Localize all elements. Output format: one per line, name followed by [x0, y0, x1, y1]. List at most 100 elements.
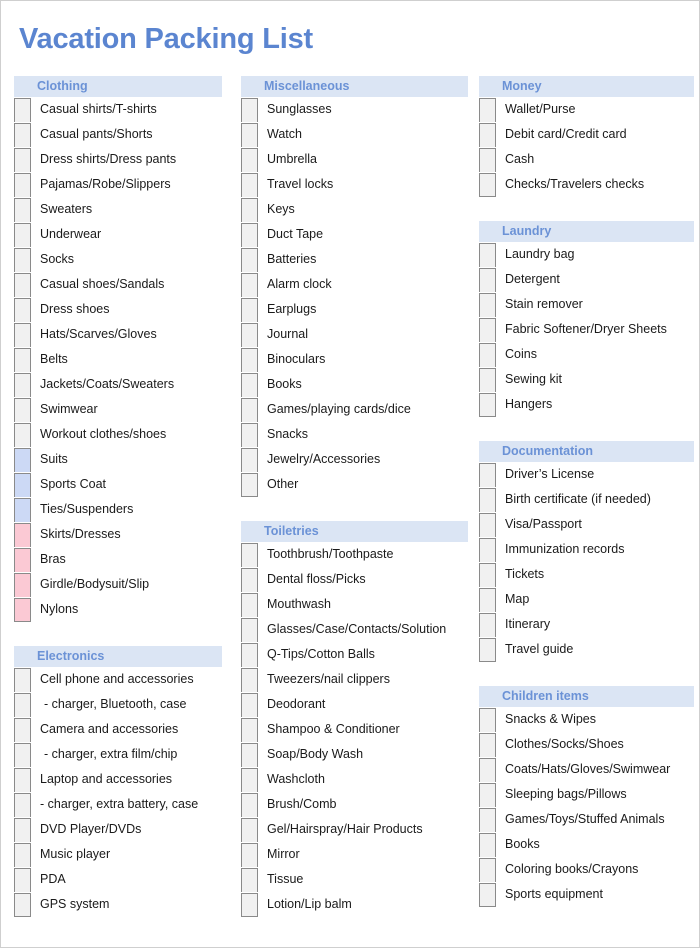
checkbox-brush-comb[interactable]: [241, 792, 258, 817]
checkbox-girdle-bodysuit-slip[interactable]: [14, 572, 31, 597]
checkbox-charger-extra-film-chip[interactable]: [14, 742, 31, 767]
checkbox-hangers[interactable]: [479, 392, 496, 417]
list-item[interactable]: Nylons: [14, 597, 241, 622]
checkbox-underwear[interactable]: [14, 222, 31, 247]
list-item[interactable]: DVD Player/DVDs: [14, 817, 241, 842]
list-item[interactable]: Checks/Travelers checks: [479, 172, 697, 197]
list-item[interactable]: Snacks & Wipes: [479, 707, 697, 732]
checkbox-watch[interactable]: [241, 122, 258, 147]
list-item[interactable]: Jackets/Coats/Sweaters: [14, 372, 241, 397]
checkbox-camera-and-accessories[interactable]: [14, 717, 31, 742]
checkbox-sweaters[interactable]: [14, 197, 31, 222]
list-item[interactable]: Shampoo & Conditioner: [241, 717, 479, 742]
list-item[interactable]: Dress shoes: [14, 297, 241, 322]
checkbox-tissue[interactable]: [241, 867, 258, 892]
list-item[interactable]: Casual shirts/T-shirts: [14, 97, 241, 122]
checkbox-cell-phone-and-accessories[interactable]: [14, 667, 31, 692]
list-item[interactable]: Alarm clock: [241, 272, 479, 297]
checkbox-cash[interactable]: [479, 147, 496, 172]
checkbox-laptop-and-accessories[interactable]: [14, 767, 31, 792]
checkbox-other[interactable]: [241, 472, 258, 497]
list-item[interactable]: Travel guide: [479, 637, 697, 662]
list-item[interactable]: Games/playing cards/dice: [241, 397, 479, 422]
checkbox-tweezers-nail-clippers[interactable]: [241, 667, 258, 692]
checkbox-glasses-case-contacts-solution[interactable]: [241, 617, 258, 642]
list-item[interactable]: Visa/Passport: [479, 512, 697, 537]
list-item[interactable]: Music player: [14, 842, 241, 867]
list-item[interactable]: Sports Coat: [14, 472, 241, 497]
list-item[interactable]: Cash: [479, 147, 697, 172]
checkbox-pajamas-robe-slippers[interactable]: [14, 172, 31, 197]
list-item[interactable]: Coins: [479, 342, 697, 367]
list-item[interactable]: Gel/Hairspray/Hair Products: [241, 817, 479, 842]
checkbox-jackets-coats-sweaters[interactable]: [14, 372, 31, 397]
list-item[interactable]: Ties/Suspenders: [14, 497, 241, 522]
list-item[interactable]: Casual pants/Shorts: [14, 122, 241, 147]
list-item[interactable]: Travel locks: [241, 172, 479, 197]
list-item[interactable]: Batteries: [241, 247, 479, 272]
checkbox-keys[interactable]: [241, 197, 258, 222]
list-item[interactable]: GPS system: [14, 892, 241, 917]
checkbox-jewelry-accessories[interactable]: [241, 447, 258, 472]
checkbox-pda[interactable]: [14, 867, 31, 892]
checkbox-immunization-records[interactable]: [479, 537, 496, 562]
checkbox-casual-pants-shorts[interactable]: [14, 122, 31, 147]
checkbox-deodorant[interactable]: [241, 692, 258, 717]
checkbox-clothes-socks-shoes[interactable]: [479, 732, 496, 757]
checkbox-charger-bluetooth-case[interactable]: [14, 692, 31, 717]
checkbox-wallet-purse[interactable]: [479, 97, 496, 122]
list-item[interactable]: Camera and accessories: [14, 717, 241, 742]
list-item[interactable]: Sleeping bags/Pillows: [479, 782, 697, 807]
checkbox-lotion-lip-balm[interactable]: [241, 892, 258, 917]
list-item[interactable]: Cell phone and accessories: [14, 667, 241, 692]
list-item[interactable]: Sunglasses: [241, 97, 479, 122]
list-item[interactable]: Girdle/Bodysuit/Slip: [14, 572, 241, 597]
checkbox-coins[interactable]: [479, 342, 496, 367]
checkbox-bras[interactable]: [14, 547, 31, 572]
checkbox-dress-shirts-dress-pants[interactable]: [14, 147, 31, 172]
checkbox-travel-locks[interactable]: [241, 172, 258, 197]
checkbox-visa-passport[interactable]: [479, 512, 496, 537]
list-item[interactable]: Casual shoes/Sandals: [14, 272, 241, 297]
checkbox-books[interactable]: [241, 372, 258, 397]
list-item[interactable]: Brush/Comb: [241, 792, 479, 817]
list-item[interactable]: - charger, extra film/chip: [14, 742, 241, 767]
list-item[interactable]: Debit card/Credit card: [479, 122, 697, 147]
checkbox-games-playing-cards-dice[interactable]: [241, 397, 258, 422]
checkbox-casual-shoes-sandals[interactable]: [14, 272, 31, 297]
list-item[interactable]: Earplugs: [241, 297, 479, 322]
list-item[interactable]: Coloring books/Crayons: [479, 857, 697, 882]
checkbox-belts[interactable]: [14, 347, 31, 372]
checkbox-dental-floss-picks[interactable]: [241, 567, 258, 592]
list-item[interactable]: Tissue: [241, 867, 479, 892]
checkbox-batteries[interactable]: [241, 247, 258, 272]
list-item[interactable]: Fabric Softener/Dryer Sheets: [479, 317, 697, 342]
checkbox-snacks[interactable]: [241, 422, 258, 447]
list-item[interactable]: Tweezers/nail clippers: [241, 667, 479, 692]
list-item[interactable]: Hats/Scarves/Gloves: [14, 322, 241, 347]
checkbox-umbrella[interactable]: [241, 147, 258, 172]
list-item[interactable]: Watch: [241, 122, 479, 147]
checkbox-music-player[interactable]: [14, 842, 31, 867]
checkbox-map[interactable]: [479, 587, 496, 612]
checkbox-gel-hairspray-hair-products[interactable]: [241, 817, 258, 842]
list-item[interactable]: Q-Tips/Cotton Balls: [241, 642, 479, 667]
checkbox-sunglasses[interactable]: [241, 97, 258, 122]
list-item[interactable]: Keys: [241, 197, 479, 222]
checkbox-soap-body-wash[interactable]: [241, 742, 258, 767]
checkbox-debit-card-credit-card[interactable]: [479, 122, 496, 147]
checkbox-hats-scarves-gloves[interactable]: [14, 322, 31, 347]
list-item[interactable]: Journal: [241, 322, 479, 347]
checkbox-mouthwash[interactable]: [241, 592, 258, 617]
checkbox-shampoo-conditioner[interactable]: [241, 717, 258, 742]
checkbox-snacks-wipes[interactable]: [479, 707, 496, 732]
checkbox-ties-suspenders[interactable]: [14, 497, 31, 522]
checkbox-driver-s-license[interactable]: [479, 462, 496, 487]
list-item[interactable]: Books: [241, 372, 479, 397]
list-item[interactable]: Laundry bag: [479, 242, 697, 267]
checkbox-nylons[interactable]: [14, 597, 31, 622]
list-item[interactable]: Hangers: [479, 392, 697, 417]
list-item[interactable]: Bras: [14, 547, 241, 572]
list-item[interactable]: Snacks: [241, 422, 479, 447]
checkbox-alarm-clock[interactable]: [241, 272, 258, 297]
